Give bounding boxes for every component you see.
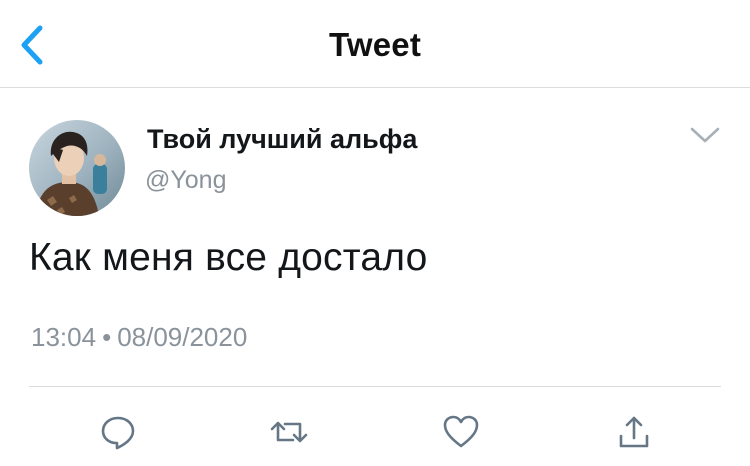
avatar[interactable] xyxy=(29,120,125,216)
like-button[interactable] xyxy=(441,412,481,452)
reply-icon xyxy=(101,416,135,450)
tweet-timestamp: 13:04 • 08/09/2020 xyxy=(31,322,247,353)
like-icon xyxy=(443,415,479,448)
header-bar: Tweet xyxy=(0,0,750,88)
retweet-button[interactable] xyxy=(269,412,309,452)
tweet-text: Как меня все достало xyxy=(29,236,428,279)
chevron-down-icon xyxy=(690,127,720,143)
share-icon xyxy=(619,416,649,448)
display-name[interactable]: Твой лучший альфа xyxy=(147,124,417,155)
tweet-time: 13:04 xyxy=(31,322,97,352)
reply-button[interactable] xyxy=(98,412,138,452)
tweet-date: 08/09/2020 xyxy=(117,322,248,352)
tweet-options-button[interactable] xyxy=(688,124,722,146)
divider xyxy=(29,386,721,387)
share-button[interactable] xyxy=(614,412,654,452)
timestamp-separator: • xyxy=(102,322,112,352)
user-handle[interactable]: @Yong xyxy=(145,166,226,195)
avatar-image xyxy=(29,120,125,216)
page-title: Tweet xyxy=(328,26,422,63)
retweet-icon xyxy=(270,421,308,443)
